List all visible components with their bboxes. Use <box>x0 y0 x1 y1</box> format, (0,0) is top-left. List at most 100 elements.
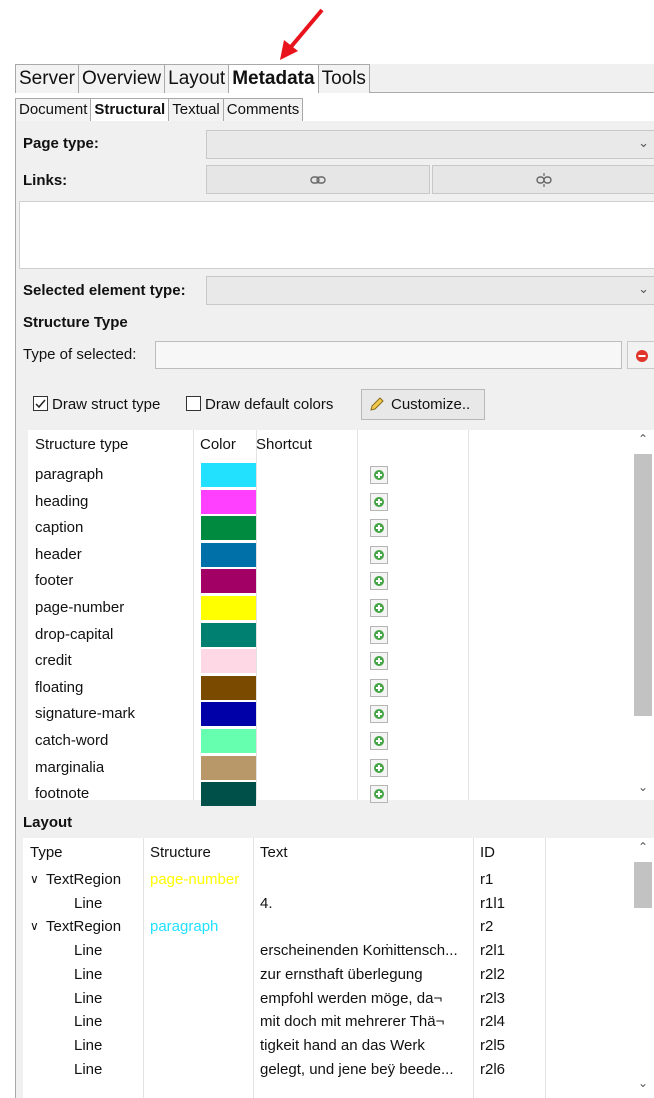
links-label: Links: <box>23 172 68 189</box>
layout-type: Line <box>74 1036 103 1054</box>
col-structure-type[interactable]: Structure type <box>35 436 128 453</box>
scroll-down-icon[interactable]: ⌄ <box>638 780 648 794</box>
struct-row[interactable]: heading <box>28 489 634 516</box>
structure-table-scrollbar[interactable]: ⌃ ⌄ <box>634 430 654 800</box>
color-swatch[interactable] <box>201 489 256 514</box>
layout-id: r2l4 <box>480 1013 506 1031</box>
add-shortcut-icon[interactable] <box>370 545 388 564</box>
layout-tree-table[interactable]: Type Structure Text ID ∨ TextRegion page-n… <box>23 838 634 1098</box>
color-swatch[interactable] <box>201 542 256 567</box>
layout-tree-row[interactable]: Line gelegt, und jene beÿ beede... r2l6 <box>23 1058 634 1081</box>
layout-structure: page-number <box>150 871 240 888</box>
tab-server[interactable]: Server <box>15 64 79 93</box>
struct-row[interactable]: footer <box>28 568 634 595</box>
struct-row[interactable]: marginalia <box>28 755 634 782</box>
link-button[interactable] <box>206 165 430 194</box>
chevron-down-icon: ⌄ <box>638 281 649 296</box>
color-swatch[interactable] <box>201 569 256 594</box>
expand-chevron-icon[interactable]: ∨ <box>30 868 39 891</box>
scroll-up-icon[interactable]: ⌃ <box>638 432 648 446</box>
color-swatch[interactable] <box>201 516 256 541</box>
color-swatch[interactable] <box>201 622 256 647</box>
layout-table-scrollbar[interactable]: ⌃ ⌄ <box>634 838 654 1098</box>
add-shortcut-icon[interactable] <box>370 572 388 591</box>
color-swatch[interactable] <box>201 702 256 727</box>
color-swatch[interactable] <box>201 675 256 700</box>
draw-struct-type-checkbox[interactable]: Draw struct type <box>33 396 160 413</box>
layout-tree-row[interactable]: Line zur ernsthaft überlegung r2l2 <box>23 963 634 986</box>
col-type[interactable]: Type <box>30 844 63 861</box>
color-swatch[interactable] <box>201 782 256 807</box>
struct-row-name: header <box>35 545 82 563</box>
draw-default-colors-checkbox[interactable]: Draw default colors <box>186 396 333 413</box>
color-swatch[interactable] <box>201 649 256 674</box>
add-shortcut-icon[interactable] <box>370 466 388 484</box>
layout-text: erscheinenden Koṁittensch... <box>260 942 458 960</box>
color-swatch[interactable] <box>201 596 256 620</box>
struct-row[interactable]: catch-word <box>28 728 634 755</box>
struct-row[interactable]: drop-capital <box>28 622 634 649</box>
col-structure[interactable]: Structure <box>150 844 211 861</box>
add-shortcut-icon[interactable] <box>370 705 388 724</box>
tab-document[interactable]: Document <box>15 98 92 121</box>
expand-chevron-icon[interactable]: ∨ <box>30 915 39 938</box>
col-shortcut[interactable]: Shortcut <box>256 436 312 453</box>
add-shortcut-icon[interactable] <box>370 492 388 511</box>
struct-row-name: drop-capital <box>35 625 114 643</box>
layout-id: r2 <box>480 918 494 936</box>
scroll-thumb[interactable] <box>634 862 652 908</box>
links-list[interactable] <box>19 201 654 269</box>
struct-row-name: signature-mark <box>35 705 136 723</box>
scroll-thumb[interactable] <box>634 454 652 716</box>
color-swatch[interactable] <box>201 755 256 780</box>
tab-tools[interactable]: Tools <box>317 64 370 93</box>
layout-id: r1l1 <box>480 894 506 912</box>
tab-structural[interactable]: Structural <box>90 98 170 121</box>
add-shortcut-icon[interactable] <box>370 758 388 777</box>
struct-row[interactable]: caption <box>28 515 634 542</box>
add-shortcut-icon[interactable] <box>370 519 388 538</box>
customize-button[interactable]: Customize.. <box>361 389 485 420</box>
layout-tree-row[interactable]: ∨ TextRegion page-number r1 <box>23 868 634 891</box>
add-shortcut-icon[interactable] <box>370 625 388 644</box>
layout-heading: Layout <box>23 814 73 831</box>
layout-tree-row[interactable]: ∨ TextRegion paragraph r2 <box>23 915 634 938</box>
tab-comments[interactable]: Comments <box>222 98 304 121</box>
struct-row[interactable]: signature-mark <box>28 701 634 728</box>
selected-element-type-combo[interactable]: ⌄ <box>206 276 654 305</box>
remove-type-button[interactable] <box>627 341 654 369</box>
scroll-down-icon[interactable]: ⌄ <box>638 1076 648 1090</box>
add-shortcut-icon[interactable] <box>370 652 388 671</box>
add-shortcut-icon[interactable] <box>370 732 388 750</box>
annotation-arrow-metadata <box>280 8 324 60</box>
tab-textual[interactable]: Textual <box>168 98 224 121</box>
tab-overview[interactable]: Overview <box>77 64 166 93</box>
layout-tree-row[interactable]: Line erscheinenden Koṁittensch... r2l1 <box>23 939 634 962</box>
type-of-selected-field[interactable] <box>155 341 622 369</box>
layout-tree-row[interactable]: Line mit doch mit mehrerer Thä¬ r2l4 <box>23 1010 634 1033</box>
struct-row[interactable]: footnote <box>28 781 634 808</box>
add-shortcut-icon[interactable] <box>370 785 388 804</box>
color-swatch[interactable] <box>201 729 256 753</box>
struct-row[interactable]: credit <box>28 648 634 675</box>
col-id[interactable]: ID <box>480 844 495 861</box>
add-shortcut-icon[interactable] <box>370 678 388 697</box>
structure-type-table[interactable]: Structure type Color Shortcut paragraph h… <box>28 430 634 807</box>
unlink-button[interactable] <box>432 165 654 194</box>
struct-row[interactable]: floating <box>28 675 634 702</box>
tab-metadata[interactable]: Metadata <box>228 64 319 93</box>
add-shortcut-icon[interactable] <box>370 599 388 617</box>
color-swatch[interactable] <box>201 463 256 487</box>
page-type-combo[interactable]: ⌄ <box>206 130 654 159</box>
layout-type: Line <box>74 965 103 983</box>
tab-layout[interactable]: Layout <box>164 64 230 93</box>
col-text[interactable]: Text <box>260 844 288 861</box>
col-color[interactable]: Color <box>200 436 236 453</box>
scroll-up-icon[interactable]: ⌃ <box>638 840 648 854</box>
struct-row[interactable]: paragraph <box>28 462 634 489</box>
layout-tree-row[interactable]: Line tigkeit hand an das Werk r2l5 <box>23 1034 634 1057</box>
struct-row[interactable]: page-number <box>28 595 634 622</box>
layout-tree-row[interactable]: Line empfohl werden möge, da¬ r2l3 <box>23 987 634 1010</box>
struct-row[interactable]: header <box>28 542 634 569</box>
layout-tree-row[interactable]: Line 4. r1l1 <box>23 892 634 915</box>
